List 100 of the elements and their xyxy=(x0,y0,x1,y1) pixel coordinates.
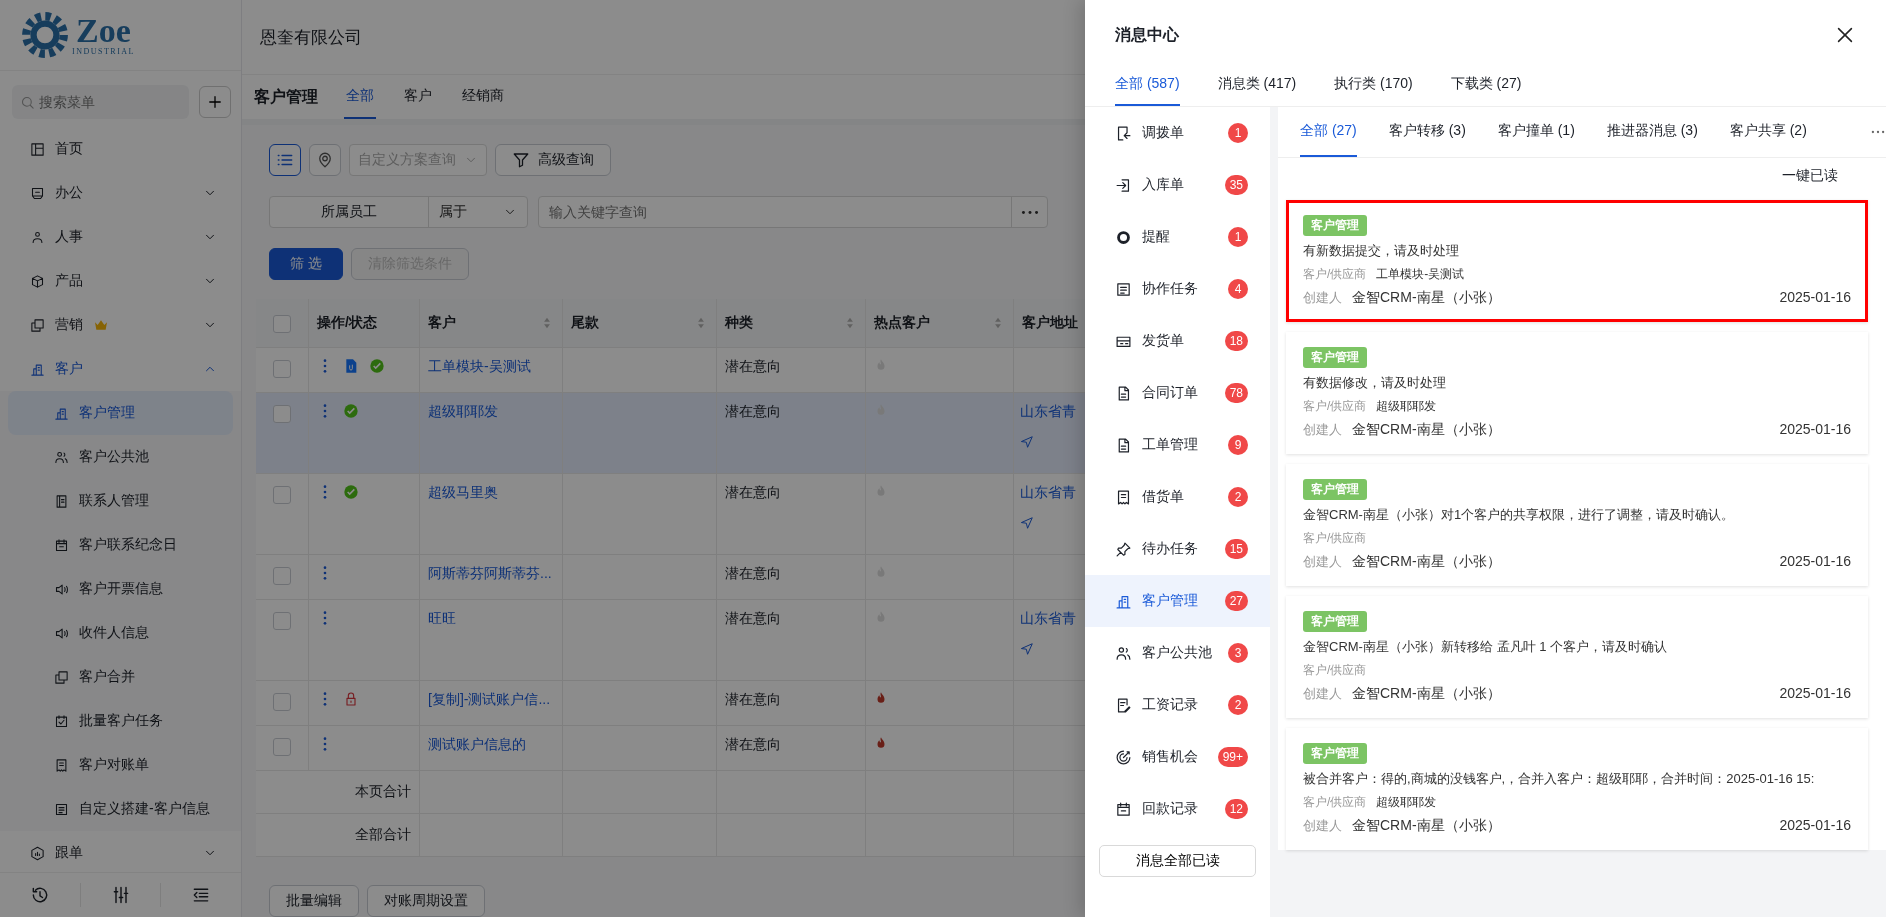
date-text: 2025-01-16 xyxy=(1779,553,1851,569)
action-button[interactable]: 对账周期设置 xyxy=(367,885,485,917)
advanced-search-button[interactable]: 高级查询 xyxy=(495,144,611,176)
submenu-item[interactable]: 联系人管理 xyxy=(8,479,233,523)
send-icon[interactable] xyxy=(1020,642,1034,656)
search-box[interactable]: 搜索菜单 xyxy=(12,85,189,119)
checkbox[interactable] xyxy=(273,315,291,333)
tab[interactable]: 客户 xyxy=(402,75,434,119)
submenu-item[interactable]: 自定义搭建-客户信息 xyxy=(8,787,233,831)
message-card[interactable]: 客户管理 有数据修改，请及时处理 客户/供应商 超级耶耶发 创建人 金智CRM-南星（小张） 2025-01-16 xyxy=(1286,332,1868,454)
category-item[interactable]: 待办任务 15 xyxy=(1085,523,1270,575)
field-value: 金智CRM-南星（小张） xyxy=(1352,817,1501,835)
category-item[interactable]: 客户管理 27 xyxy=(1085,575,1270,627)
tab[interactable]: 经销商 xyxy=(460,75,506,119)
address-link[interactable]: 山东省青 xyxy=(1020,610,1076,628)
action-button[interactable]: 批量编辑 xyxy=(269,885,359,917)
field-value: 金智CRM-南星（小张） xyxy=(1352,289,1501,307)
layout-icon xyxy=(30,141,45,157)
checkbox[interactable] xyxy=(273,486,291,504)
menu-item[interactable]: 跟单 xyxy=(0,831,241,872)
submenu-item[interactable]: 客户联系纪念日 xyxy=(8,523,233,567)
checkbox[interactable] xyxy=(273,738,291,756)
read-all-link[interactable]: 一键已读 xyxy=(1782,167,1838,185)
customer-link[interactable]: 测试账户信息的 xyxy=(428,736,526,754)
checkbox[interactable] xyxy=(273,360,291,378)
customer-link[interactable]: 阿斯蒂芬阿斯蒂芬... xyxy=(428,565,552,583)
field-label: 客户/供应商 xyxy=(1303,530,1367,547)
message-card[interactable]: 客户管理 被合并客户：得的,商城的没钱客户,，合并入客户：超级耶耶，合并时间：2025-01-16 15: 客户/供应商 超级耶耶发 创建人 金智CRM-南星（小张） 2025-01-16 xyxy=(1286,728,1868,850)
submenu-item[interactable]: 客户开票信息 xyxy=(8,567,233,611)
add-button[interactable] xyxy=(199,86,231,118)
customer-link[interactable]: 超级马里奥 xyxy=(428,484,498,502)
tab[interactable]: 执行类 (170) xyxy=(1334,70,1413,106)
field-label: 客户/供应商 xyxy=(1303,662,1367,679)
customer-link[interactable]: 工单模块-吴测试 xyxy=(428,358,531,376)
menu-item[interactable]: 客户 xyxy=(0,347,241,391)
category-item[interactable]: 协作任务 4 xyxy=(1085,263,1270,315)
category-item[interactable]: 提醒 1 xyxy=(1085,211,1270,263)
category-item[interactable]: 合同订单 78 xyxy=(1085,367,1270,419)
tab[interactable]: 推进器消息 (3) xyxy=(1606,107,1698,157)
field-select[interactable]: 所属员工 xyxy=(270,197,429,227)
filter-button[interactable]: 筛 选 xyxy=(269,248,343,280)
category-item[interactable]: 工单管理 9 xyxy=(1085,419,1270,471)
map-view-button[interactable] xyxy=(309,144,341,176)
more-icon[interactable] xyxy=(1870,130,1885,134)
menu-item[interactable]: 首页 xyxy=(0,127,241,171)
menu-item[interactable]: 产品 xyxy=(0,259,241,303)
customer-link[interactable]: 旺旺 xyxy=(428,610,456,628)
category-item[interactable]: 销售机会 99+ xyxy=(1085,731,1270,783)
checkbox[interactable] xyxy=(273,405,291,423)
submenu-item[interactable]: 客户对账单 xyxy=(8,743,233,787)
address-link[interactable]: 山东省青 xyxy=(1020,484,1076,502)
ring-icon xyxy=(1115,228,1132,246)
message-card[interactable]: 客户管理 有新数据提交，请及时处理 客户/供应商 工单模块-吴测试 创建人 金智CRM-南星（小张） 2025-01-16 xyxy=(1286,200,1868,322)
address-link[interactable]: 山东省青 xyxy=(1020,403,1076,421)
field-value: 工单模块-吴测试 xyxy=(1376,266,1465,283)
category-item[interactable]: 客户公共池 3 xyxy=(1085,627,1270,679)
category-item[interactable]: 调拨单 1 xyxy=(1085,107,1270,159)
message-text: 有数据修改，请及时处理 xyxy=(1303,374,1447,392)
send-icon[interactable] xyxy=(1020,516,1034,530)
tab[interactable]: 下载类 (27) xyxy=(1450,70,1522,106)
table-cell: 潜在意向 xyxy=(725,484,781,502)
submenu-item[interactable]: 批量客户任务 xyxy=(8,699,233,743)
tab[interactable]: 客户撞单 (1) xyxy=(1497,107,1575,157)
category-item[interactable]: 发货单 18 xyxy=(1085,315,1270,367)
tab[interactable]: 全部 (587) xyxy=(1115,70,1180,106)
customer-link[interactable]: 超级耶耶发 xyxy=(428,403,498,421)
customer-link[interactable]: [复制]-测试账户信... xyxy=(428,691,551,709)
category-item[interactable]: 借货单 2 xyxy=(1085,471,1270,523)
category-tag: 客户管理 xyxy=(1303,479,1367,500)
list-view-button[interactable] xyxy=(269,144,301,176)
field-label: 客户/供应商 xyxy=(1303,398,1367,415)
message-card[interactable]: 客户管理 金智CRM-南星（小张）新转移给 孟凡叶 1 个客户，请及时确认 客户/供应商 创建人 金智CRM-南星（小张） 2025-01-16 xyxy=(1286,596,1868,718)
menu-item[interactable]: 营销 xyxy=(0,303,241,347)
tab[interactable]: 消息类 (417) xyxy=(1217,70,1297,106)
checkbox[interactable] xyxy=(273,693,291,711)
table-cell: 潜在意向 xyxy=(725,403,781,421)
tab[interactable]: 客户转移 (3) xyxy=(1388,107,1466,157)
total-label: 本页合计 xyxy=(355,783,411,801)
submenu-item[interactable]: 客户管理 xyxy=(8,391,233,435)
send-icon[interactable] xyxy=(1020,435,1034,449)
category-item[interactable]: 工资记录 2 xyxy=(1085,679,1270,731)
search-field[interactable]: 搜索菜单 xyxy=(39,94,181,110)
category-item[interactable]: 入库单 35 xyxy=(1085,159,1270,211)
drawer-title: 消息中心 xyxy=(1115,24,1179,45)
category-item[interactable]: 回款记录 12 xyxy=(1085,783,1270,835)
submenu-item[interactable]: 收件人信息 xyxy=(8,611,233,655)
tab[interactable]: 客户共享 (2) xyxy=(1729,107,1807,157)
checkbox[interactable] xyxy=(273,612,291,630)
submenu-item[interactable]: 客户公共池 xyxy=(8,435,233,479)
mark-all-read-button[interactable]: 消息全部已读 xyxy=(1099,845,1256,877)
menu-item[interactable]: 人事 xyxy=(0,215,241,259)
message-card[interactable]: 客户管理 金智CRM-南星（小张）对1个客户的共享权限，进行了调整，请及时确认。 客户/供应商 创建人 金智CRM-南星（小张） 2025-01-16 xyxy=(1286,464,1868,586)
more-icon xyxy=(1020,209,1039,215)
operator-dropdown[interactable]: 属于 xyxy=(429,197,527,227)
tab[interactable]: 全部 xyxy=(344,75,376,119)
submenu-item[interactable]: 客户合并 xyxy=(8,655,233,699)
field-value: 金智CRM-南星（小张） xyxy=(1352,685,1501,703)
menu-item[interactable]: 办公 xyxy=(0,171,241,215)
document-return-icon xyxy=(1115,124,1132,142)
checkbox[interactable] xyxy=(273,567,291,585)
